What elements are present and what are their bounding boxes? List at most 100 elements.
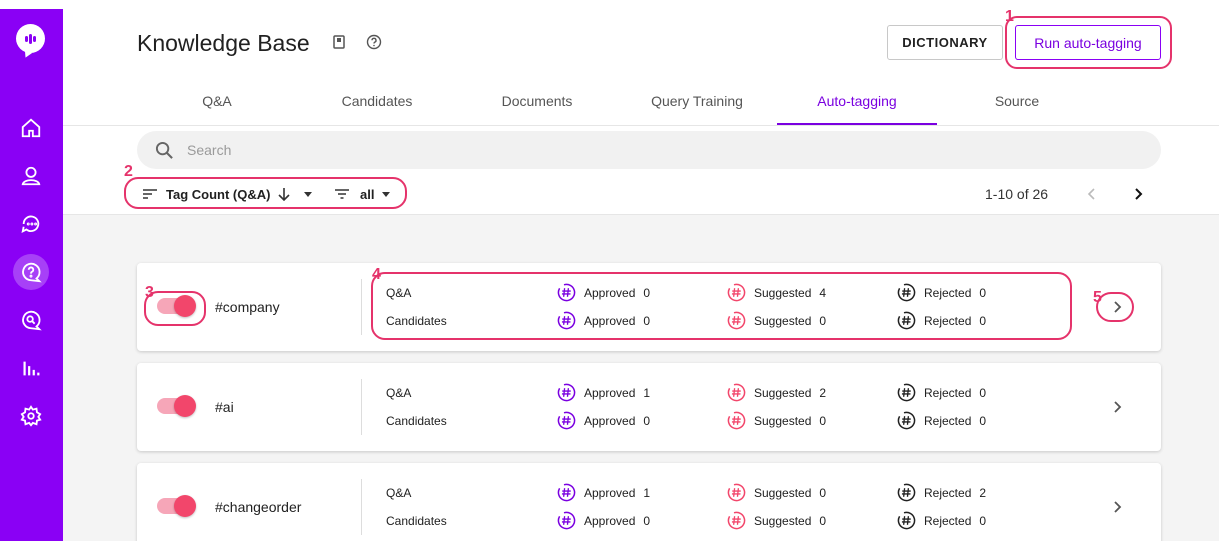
search-bar (137, 131, 1161, 169)
approved-stat: Approved 1 (557, 383, 650, 402)
approved-label: Approved (584, 413, 636, 428)
rejected-hashtag-icon (897, 483, 916, 502)
approved-count: 1 (643, 385, 651, 400)
suggested-hashtag-icon (727, 383, 746, 402)
rejected-stat: Rejected 0 (897, 411, 986, 430)
approved-count: 0 (643, 413, 651, 428)
search-chat-icon[interactable] (13, 302, 49, 338)
tab-bar: Q&A Candidates Documents Query Training … (137, 80, 1161, 125)
logo-icon[interactable] (16, 24, 45, 53)
approved-count: 0 (643, 513, 651, 528)
rejected-label: Rejected (924, 485, 972, 500)
annotation-number: 2 (124, 163, 133, 180)
divider (361, 279, 362, 335)
row-label-candidates: Candidates (386, 514, 447, 528)
divider (63, 125, 1219, 126)
suggested-stat: Suggested 0 (727, 511, 826, 530)
tag-name: #changeorder (215, 499, 302, 515)
approved-stat: Approved 0 (557, 411, 650, 430)
rejected-count: 0 (979, 513, 987, 528)
suggested-label: Suggested (754, 385, 812, 400)
suggested-label: Suggested (754, 485, 812, 500)
row-label-qa: Q&A (386, 386, 412, 400)
rejected-stat: Rejected 0 (897, 511, 986, 530)
open-tag-button[interactable] (1107, 497, 1127, 517)
rejected-hashtag-icon (897, 383, 916, 402)
tab-qa[interactable]: Q&A (137, 80, 297, 125)
settings-icon[interactable] (13, 398, 49, 434)
tab-candidates[interactable]: Candidates (297, 80, 457, 125)
suggested-stat: Suggested 2 (727, 383, 826, 402)
annotation-number: 3 (145, 284, 154, 301)
annotation-box (371, 272, 1072, 340)
open-tag-button[interactable] (1107, 397, 1127, 417)
rejected-label: Rejected (924, 513, 972, 528)
tag-toggle[interactable] (157, 495, 196, 517)
suggested-count: 0 (819, 413, 827, 428)
suggested-stat: Suggested 0 (727, 483, 826, 502)
page-title: Knowledge Base (137, 30, 310, 56)
app-root: Knowledge Base DICTIONARY Run auto-taggi… (0, 0, 1219, 541)
tag-name: #company (215, 299, 280, 315)
tag-name: #ai (215, 399, 234, 415)
tab-source[interactable]: Source (937, 80, 1097, 125)
tag-toggle[interactable] (157, 395, 196, 417)
search-input[interactable] (187, 131, 1087, 169)
sidebar (0, 9, 63, 541)
chevron-right-icon (1114, 501, 1122, 513)
rejected-label: Rejected (924, 385, 972, 400)
approved-hashtag-icon (557, 511, 576, 530)
suggested-hashtag-icon (727, 511, 746, 530)
approved-label: Approved (584, 385, 636, 400)
analytics-icon[interactable] (13, 350, 49, 386)
suggested-count: 2 (819, 385, 827, 400)
divider (361, 379, 362, 435)
row-label-qa: Q&A (386, 486, 412, 500)
approved-count: 1 (643, 485, 651, 500)
chat-icon[interactable] (13, 206, 49, 242)
book-icon[interactable] (331, 34, 347, 50)
rejected-count: 0 (979, 413, 987, 428)
annotation-number: 1 (1005, 8, 1014, 25)
annotation-number: 4 (372, 266, 381, 283)
approved-stat: Approved 0 (557, 511, 650, 530)
row-label-candidates: Candidates (386, 414, 447, 428)
suggested-stat: Suggested 0 (727, 411, 826, 430)
tag-card[interactable]: #ai Q&A Approved 1 Suggested 2 Rejected 0 Candid… (137, 363, 1161, 451)
suggested-hashtag-icon (727, 411, 746, 430)
home-icon[interactable] (13, 110, 49, 146)
rejected-stat: Rejected 0 (897, 383, 986, 402)
annotation-box (1005, 16, 1172, 69)
suggested-label: Suggested (754, 513, 812, 528)
chevron-right-icon (1135, 188, 1143, 200)
chevron-left-icon (1087, 188, 1095, 200)
search-icon (155, 141, 173, 159)
rejected-hashtag-icon (897, 411, 916, 430)
approved-hashtag-icon (557, 383, 576, 402)
knowledge-base-icon[interactable] (13, 254, 49, 290)
pagination-text: 1-10 of 26 (985, 186, 1049, 202)
user-icon[interactable] (13, 158, 49, 194)
rejected-hashtag-icon (897, 511, 916, 530)
annotation-number: 5 (1093, 289, 1102, 306)
divider (361, 479, 362, 535)
suggested-count: 0 (819, 485, 827, 500)
tab-query-training[interactable]: Query Training (617, 80, 777, 125)
tab-documents[interactable]: Documents (457, 80, 617, 125)
approved-hashtag-icon (557, 411, 576, 430)
rejected-stat: Rejected 2 (897, 483, 986, 502)
approved-stat: Approved 1 (557, 483, 650, 502)
rejected-count: 2 (979, 485, 987, 500)
suggested-count: 0 (819, 513, 827, 528)
chevron-right-icon (1114, 401, 1122, 413)
annotation-box (124, 177, 407, 209)
prev-page-button[interactable] (1081, 183, 1103, 205)
approved-label: Approved (584, 485, 636, 500)
tab-auto-tagging[interactable]: Auto-tagging (777, 80, 937, 125)
help-icon[interactable] (366, 34, 382, 50)
tag-card[interactable]: #changeorder Q&A Approved 1 Suggested 0 Reject… (137, 463, 1161, 541)
dictionary-button[interactable]: DICTIONARY (887, 25, 1003, 60)
next-page-button[interactable] (1127, 183, 1149, 205)
rejected-count: 0 (979, 385, 987, 400)
approved-label: Approved (584, 513, 636, 528)
